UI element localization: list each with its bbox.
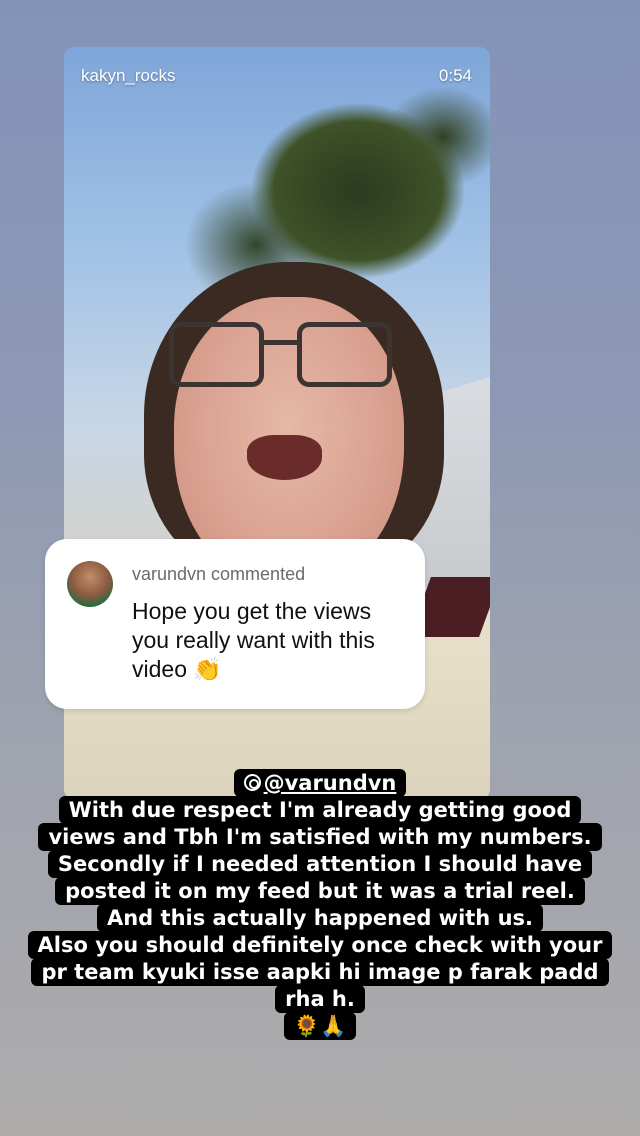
reel-duration: 0:54 — [438, 66, 472, 85]
caption-line: Secondly if I needed attention I should … — [47, 850, 593, 878]
reel-username[interactable]: kakyn_rocks — [81, 66, 175, 86]
threads-mention-icon — [243, 774, 261, 791]
avatar[interactable] — [67, 561, 113, 607]
mouth — [247, 435, 322, 480]
glasses-bridge — [262, 340, 300, 345]
comment-text: Hope you get the views you really want w… — [132, 598, 375, 682]
caption-line: rha h. — [275, 985, 365, 1013]
glasses-left-lens — [169, 322, 264, 387]
emoji-line: 🌻🙏 — [283, 1012, 357, 1040]
mention-line[interactable]: @varundvn — [233, 769, 407, 797]
glasses-right-lens — [297, 322, 392, 387]
caption-line: Also you should definitely once check wi… — [27, 931, 613, 959]
comment-sticker[interactable]: varundvn commented Hope you get the view… — [45, 539, 425, 709]
comment-header: varundvn commented — [132, 564, 306, 584]
caption-line: pr team kyuki isse aapki hi image p fara… — [31, 958, 609, 986]
caption-line: posted it on my feed but it was a trial … — [55, 877, 585, 905]
caption-line: And this actually happened with us. — [96, 904, 543, 932]
caption-line: views and Tbh I'm satisfied with my numb… — [38, 823, 602, 851]
mention-username[interactable]: @varundvn — [264, 771, 397, 795]
caption-line: With due respect I'm already getting goo… — [58, 796, 582, 824]
reply-caption: @varundvn With due respect I'm already g… — [20, 769, 620, 1040]
